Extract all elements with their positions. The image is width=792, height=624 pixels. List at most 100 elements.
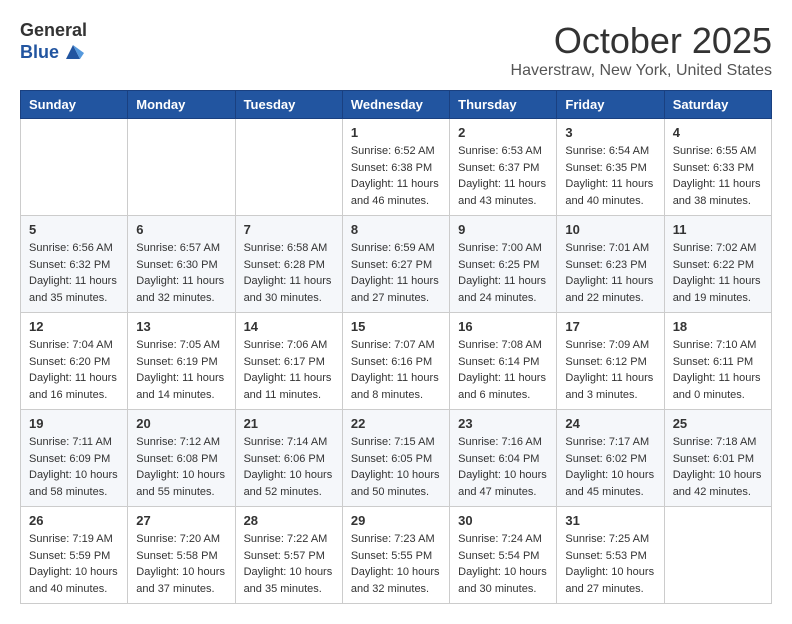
- cell-info: Sunrise: 7:16 AMSunset: 6:04 PMDaylight:…: [458, 434, 548, 500]
- day-number: 24: [565, 416, 655, 431]
- day-number: 2: [458, 125, 548, 140]
- logo: General Blue: [20, 20, 87, 63]
- calendar-cell: [235, 119, 342, 216]
- calendar-cell: 28 Sunrise: 7:22 AMSunset: 5:57 PMDayligh…: [235, 507, 342, 604]
- calendar-cell: 15 Sunrise: 7:07 AMSunset: 6:16 PMDayligh…: [342, 313, 449, 410]
- calendar-cell: 3Sunrise: 6:54 AMSunset: 6:35 PMDaylight…: [557, 119, 664, 216]
- day-number: 17: [565, 319, 655, 334]
- cell-info: Sunrise: 6:53 AMSunset: 6:37 PMDaylight:…: [458, 143, 548, 209]
- cell-info: Sunrise: 7:11 AMSunset: 6:09 PMDaylight:…: [29, 434, 119, 500]
- calendar-cell: 9 Sunrise: 7:00 AMSunset: 6:25 PMDaylight…: [450, 216, 557, 313]
- cell-info: Sunrise: 7:09 AMSunset: 6:12 PMDaylight:…: [565, 337, 655, 403]
- calendar-cell: [664, 507, 771, 604]
- calendar-cell: 21 Sunrise: 7:14 AMSunset: 6:06 PMDayligh…: [235, 410, 342, 507]
- day-number: 15: [351, 319, 441, 334]
- calendar-cell: 4Sunrise: 6:55 AMSunset: 6:33 PMDaylight…: [664, 119, 771, 216]
- calendar-cell: 6 Sunrise: 6:57 AMSunset: 6:30 PMDaylight…: [128, 216, 235, 313]
- day-number: 29: [351, 513, 441, 528]
- day-number: 31: [565, 513, 655, 528]
- cell-info: Sunrise: 7:18 AMSunset: 6:01 PMDaylight:…: [673, 434, 763, 500]
- day-number: 23: [458, 416, 548, 431]
- calendar-cell: 22Sunrise: 7:15 AMSunset: 6:05 PMDayligh…: [342, 410, 449, 507]
- month-title: October 2025: [511, 20, 772, 62]
- day-number: 8: [351, 222, 441, 237]
- calendar-cell: 13Sunrise: 7:05 AMSunset: 6:19 PMDayligh…: [128, 313, 235, 410]
- cell-info: Sunrise: 7:12 AMSunset: 6:08 PMDaylight:…: [136, 434, 226, 500]
- cell-info: Sunrise: 7:02 AMSunset: 6:22 PMDaylight:…: [673, 240, 763, 306]
- cell-info: Sunrise: 6:52 AMSunset: 6:38 PMDaylight:…: [351, 143, 441, 209]
- week-row-3: 12 Sunrise: 7:04 AMSunset: 6:20 PMDayligh…: [21, 313, 772, 410]
- cell-info: Sunrise: 6:55 AMSunset: 6:33 PMDaylight:…: [673, 143, 763, 209]
- calendar-cell: 7 Sunrise: 6:58 AMSunset: 6:28 PMDaylight…: [235, 216, 342, 313]
- calendar-cell: 23 Sunrise: 7:16 AMSunset: 6:04 PMDayligh…: [450, 410, 557, 507]
- week-row-1: 1Sunrise: 6:52 AMSunset: 6:38 PMDaylight…: [21, 119, 772, 216]
- cell-info: Sunrise: 7:00 AMSunset: 6:25 PMDaylight:…: [458, 240, 548, 306]
- day-number: 3: [565, 125, 655, 140]
- day-number: 11: [673, 222, 763, 237]
- day-number: 18: [673, 319, 763, 334]
- cell-info: Sunrise: 7:20 AMSunset: 5:58 PMDaylight:…: [136, 531, 226, 597]
- cell-info: Sunrise: 7:19 AMSunset: 5:59 PMDaylight:…: [29, 531, 119, 597]
- weekday-header-wednesday: Wednesday: [342, 91, 449, 119]
- cell-info: Sunrise: 6:57 AMSunset: 6:30 PMDaylight:…: [136, 240, 226, 306]
- cell-info: Sunrise: 7:24 AMSunset: 5:54 PMDaylight:…: [458, 531, 548, 597]
- weekday-header-row: SundayMondayTuesdayWednesdayThursdayFrid…: [21, 91, 772, 119]
- cell-info: Sunrise: 6:56 AMSunset: 6:32 PMDaylight:…: [29, 240, 119, 306]
- calendar-cell: 8 Sunrise: 6:59 AMSunset: 6:27 PMDaylight…: [342, 216, 449, 313]
- cell-info: Sunrise: 7:17 AMSunset: 6:02 PMDaylight:…: [565, 434, 655, 500]
- day-number: 21: [244, 416, 334, 431]
- weekday-header-friday: Friday: [557, 91, 664, 119]
- day-number: 6: [136, 222, 226, 237]
- cell-info: Sunrise: 6:59 AMSunset: 6:27 PMDaylight:…: [351, 240, 441, 306]
- calendar-cell: 5Sunrise: 6:56 AMSunset: 6:32 PMDaylight…: [21, 216, 128, 313]
- calendar-cell: 31 Sunrise: 7:25 AMSunset: 5:53 PMDayligh…: [557, 507, 664, 604]
- weekday-header-tuesday: Tuesday: [235, 91, 342, 119]
- calendar-cell: 18 Sunrise: 7:10 AMSunset: 6:11 PMDayligh…: [664, 313, 771, 410]
- day-number: 12: [29, 319, 119, 334]
- cell-info: Sunrise: 7:07 AMSunset: 6:16 PMDaylight:…: [351, 337, 441, 403]
- day-number: 9: [458, 222, 548, 237]
- day-number: 20: [136, 416, 226, 431]
- cell-info: Sunrise: 7:08 AMSunset: 6:14 PMDaylight:…: [458, 337, 548, 403]
- weekday-header-monday: Monday: [128, 91, 235, 119]
- calendar-cell: 2 Sunrise: 6:53 AMSunset: 6:37 PMDaylight…: [450, 119, 557, 216]
- calendar-cell: 25Sunrise: 7:18 AMSunset: 6:01 PMDayligh…: [664, 410, 771, 507]
- location-text: Haverstraw, New York, United States: [511, 62, 772, 80]
- calendar-cell: 26 Sunrise: 7:19 AMSunset: 5:59 PMDayligh…: [21, 507, 128, 604]
- cell-info: Sunrise: 7:10 AMSunset: 6:11 PMDaylight:…: [673, 337, 763, 403]
- day-number: 26: [29, 513, 119, 528]
- cell-info: Sunrise: 6:58 AMSunset: 6:28 PMDaylight:…: [244, 240, 334, 306]
- calendar-cell: [128, 119, 235, 216]
- day-number: 30: [458, 513, 548, 528]
- cell-info: Sunrise: 7:22 AMSunset: 5:57 PMDaylight:…: [244, 531, 334, 597]
- calendar-cell: 20 Sunrise: 7:12 AMSunset: 6:08 PMDayligh…: [128, 410, 235, 507]
- page-header: General Blue October 2025 Haverstraw, Ne…: [20, 20, 772, 80]
- cell-info: Sunrise: 7:15 AMSunset: 6:05 PMDaylight:…: [351, 434, 441, 500]
- cell-info: Sunrise: 7:04 AMSunset: 6:20 PMDaylight:…: [29, 337, 119, 403]
- cell-info: Sunrise: 7:01 AMSunset: 6:23 PMDaylight:…: [565, 240, 655, 306]
- logo-icon: [62, 41, 84, 63]
- calendar-cell: 12 Sunrise: 7:04 AMSunset: 6:20 PMDayligh…: [21, 313, 128, 410]
- logo-blue-text: Blue: [20, 42, 59, 63]
- cell-info: Sunrise: 7:25 AMSunset: 5:53 PMDaylight:…: [565, 531, 655, 597]
- cell-info: Sunrise: 7:14 AMSunset: 6:06 PMDaylight:…: [244, 434, 334, 500]
- calendar-cell: 19Sunrise: 7:11 AMSunset: 6:09 PMDayligh…: [21, 410, 128, 507]
- calendar-cell: 16Sunrise: 7:08 AMSunset: 6:14 PMDayligh…: [450, 313, 557, 410]
- day-number: 28: [244, 513, 334, 528]
- day-number: 13: [136, 319, 226, 334]
- title-block: October 2025 Haverstraw, New York, Unite…: [511, 20, 772, 80]
- calendar-cell: 14Sunrise: 7:06 AMSunset: 6:17 PMDayligh…: [235, 313, 342, 410]
- week-row-2: 5Sunrise: 6:56 AMSunset: 6:32 PMDaylight…: [21, 216, 772, 313]
- cell-info: Sunrise: 7:06 AMSunset: 6:17 PMDaylight:…: [244, 337, 334, 403]
- calendar-cell: 11 Sunrise: 7:02 AMSunset: 6:22 PMDayligh…: [664, 216, 771, 313]
- logo-general-text: General: [20, 20, 87, 41]
- day-number: 7: [244, 222, 334, 237]
- week-row-4: 19Sunrise: 7:11 AMSunset: 6:09 PMDayligh…: [21, 410, 772, 507]
- calendar-cell: 29 Sunrise: 7:23 AMSunset: 5:55 PMDayligh…: [342, 507, 449, 604]
- cell-info: Sunrise: 7:23 AMSunset: 5:55 PMDaylight:…: [351, 531, 441, 597]
- calendar-cell: 17 Sunrise: 7:09 AMSunset: 6:12 PMDayligh…: [557, 313, 664, 410]
- calendar-cell: [21, 119, 128, 216]
- calendar-cell: 27 Sunrise: 7:20 AMSunset: 5:58 PMDayligh…: [128, 507, 235, 604]
- calendar-cell: 1Sunrise: 6:52 AMSunset: 6:38 PMDaylight…: [342, 119, 449, 216]
- day-number: 27: [136, 513, 226, 528]
